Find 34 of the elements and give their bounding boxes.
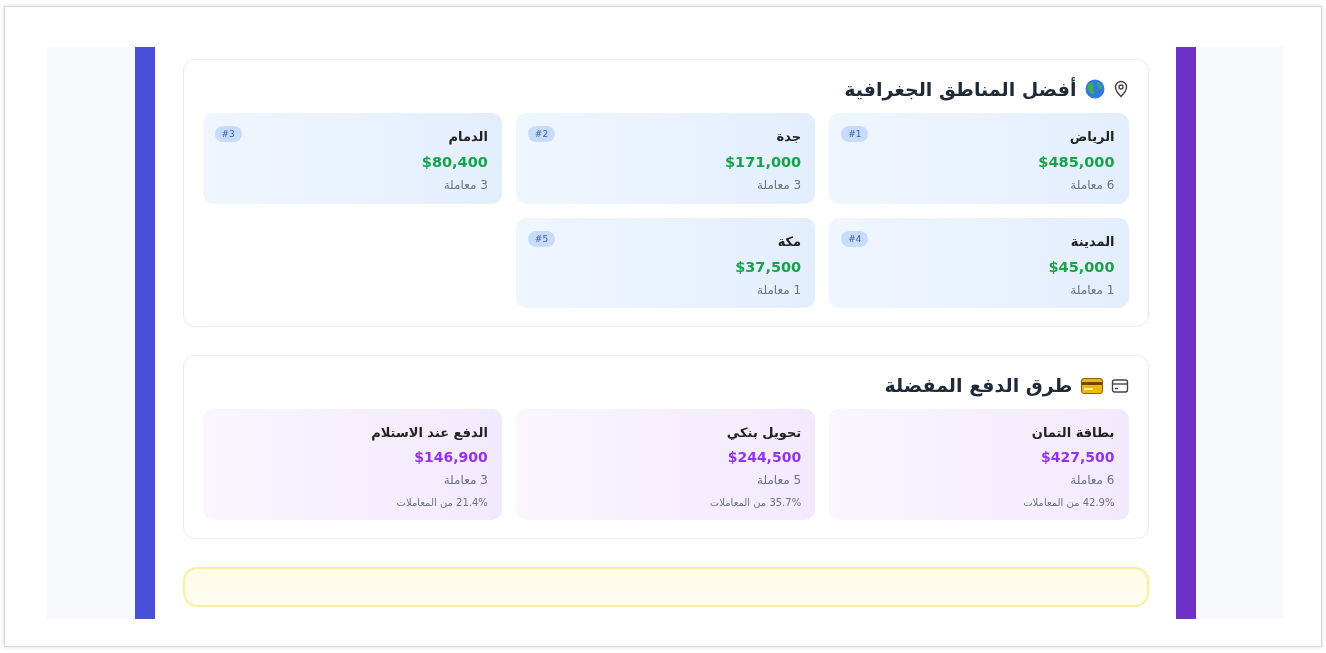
- rank-badge: #5: [527, 230, 556, 247]
- share-percent: 42.9% من المعاملات: [1023, 496, 1115, 508]
- transaction-count: 3 معاملة: [443, 178, 488, 192]
- transaction-count: 6 معاملة: [1070, 178, 1115, 192]
- rank-badge: #3: [214, 125, 242, 142]
- transaction-count: 1 معاملة: [757, 282, 802, 297]
- rank-badge: #1: [841, 125, 869, 142]
- transaction-count: 3 معاملة: [757, 178, 802, 192]
- region-name: جدة: [776, 128, 802, 144]
- section-title: أفضل المناطق الجغرافية: [844, 78, 1077, 101]
- transaction-count: 5 معاملة: [757, 473, 802, 488]
- payment-method: تحويل بنكي: [726, 425, 802, 441]
- transaction-count: 1 معاملة: [1070, 282, 1115, 297]
- amount: $244,500: [727, 447, 802, 467]
- amount: $171,000: [725, 153, 802, 173]
- rank-badge: #2: [527, 125, 556, 142]
- amount: $80,400: [421, 153, 488, 173]
- share-percent: 35.7% من المعاملات: [709, 496, 802, 508]
- region-name: مكة: [777, 233, 802, 249]
- amount: $485,000: [1038, 153, 1115, 173]
- region-name: المدينة: [1070, 233, 1115, 249]
- region-name: الرياض: [1069, 128, 1115, 144]
- share-percent: 21.4% من المعاملات: [396, 496, 488, 508]
- transaction-count: 3 معاملة: [443, 473, 488, 488]
- payment-method: الدفع عند الاستلام: [371, 425, 488, 441]
- amount: $427,500: [1041, 447, 1115, 467]
- amount: $45,000: [1048, 258, 1115, 278]
- transaction-count: 6 معاملة: [1070, 473, 1115, 488]
- region-name: الدمام: [448, 128, 488, 144]
- payment-method: بطاقة التمان: [1031, 425, 1115, 441]
- amount: $146,900: [414, 447, 488, 467]
- section-title: طرق الدفع المفضلة: [884, 374, 1073, 398]
- rank-badge: #4: [841, 230, 869, 247]
- amount: $37,500: [735, 258, 802, 278]
